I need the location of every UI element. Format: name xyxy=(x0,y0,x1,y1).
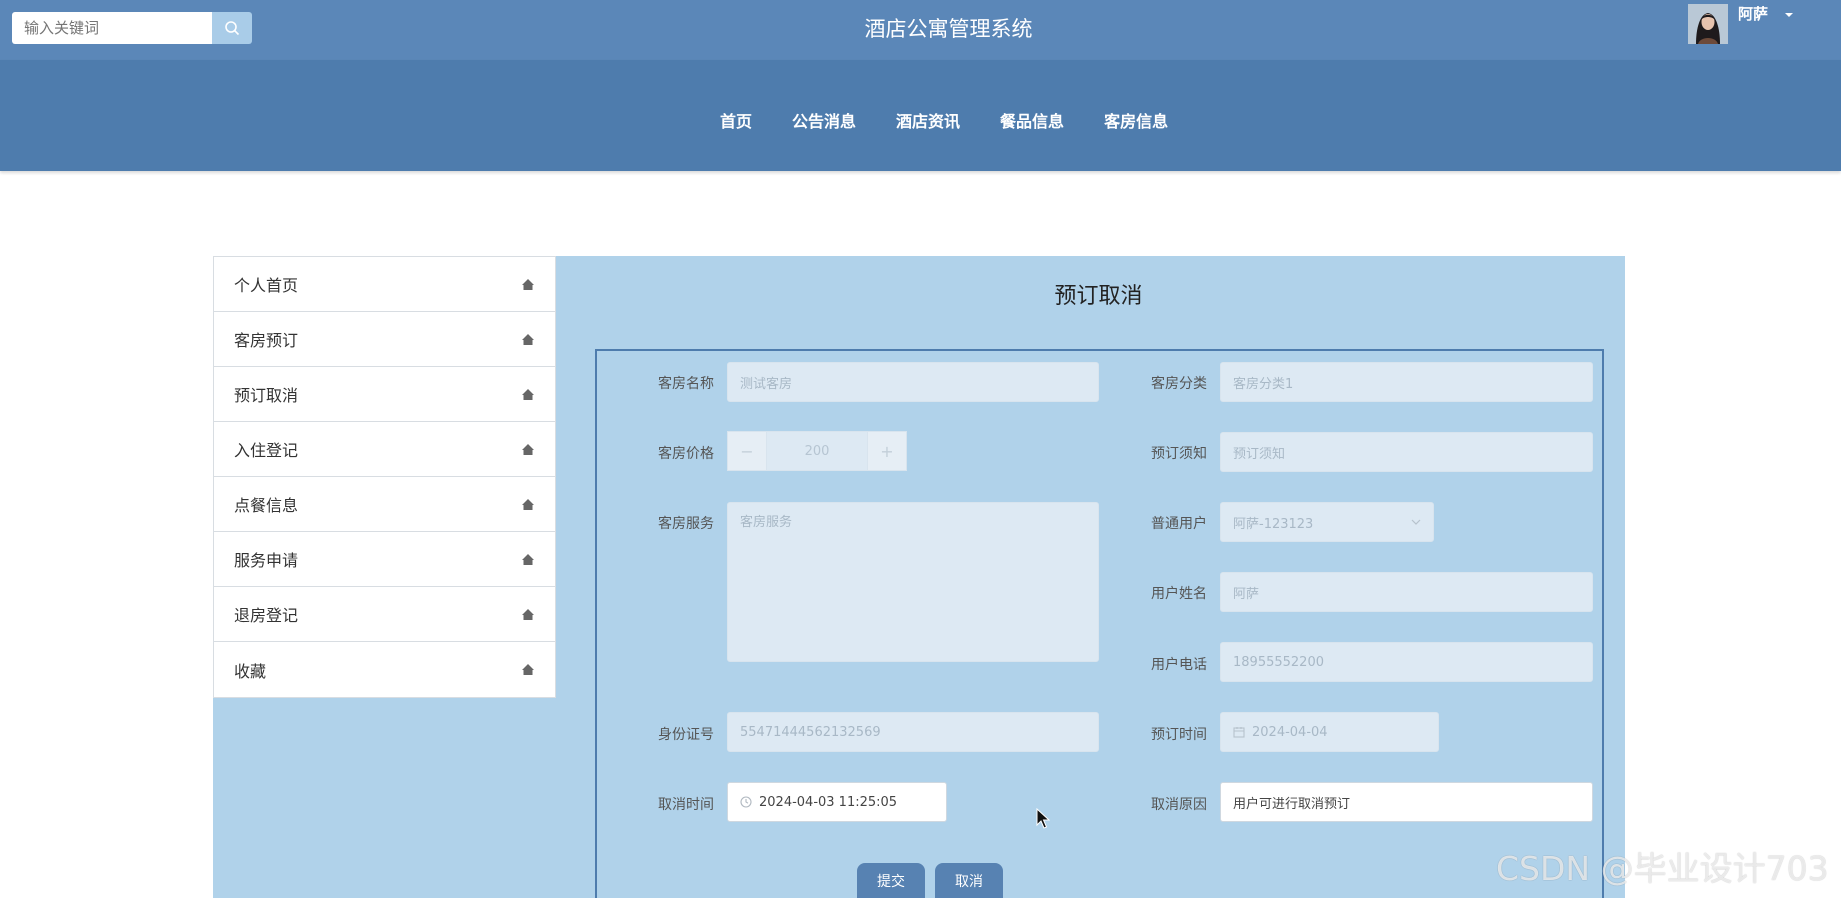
mouse-cursor-icon xyxy=(1036,808,1050,829)
decrement-button[interactable]: − xyxy=(727,431,767,471)
sidebar-item-room-booking[interactable]: 客房预订 xyxy=(214,312,555,367)
regular-user-label: 普通用户 xyxy=(1151,516,1207,532)
increment-button[interactable]: + xyxy=(867,431,907,471)
room-service-label: 客房服务 xyxy=(658,516,714,532)
calendar-icon xyxy=(1233,727,1245,738)
sidebar-item-orders[interactable]: 点餐信息 xyxy=(214,477,555,532)
sidebar-item-booking-cancel[interactable]: 预订取消 xyxy=(214,367,555,422)
cancel-time-value: 2024-04-03 11:25:05 xyxy=(759,794,898,810)
sidebar-item-label: 收藏 xyxy=(234,661,267,681)
clock-icon xyxy=(740,796,752,808)
room-service-textarea[interactable]: 客房服务 xyxy=(727,502,1099,662)
room-name-label: 客房名称 xyxy=(658,376,714,392)
regular-user-select[interactable]: 阿萨-123123 xyxy=(1220,502,1434,542)
top-bar: 酒店公寓管理系统 阿萨 xyxy=(0,0,1841,60)
nav-room-info[interactable]: 客房信息 xyxy=(1104,108,1168,132)
nav-home[interactable]: 首页 xyxy=(720,108,752,132)
watermark: CSDN @毕业设计703 xyxy=(1496,849,1829,888)
cancel-time-picker[interactable]: 2024-04-03 11:25:05 xyxy=(727,782,947,822)
booking-time-label: 预订时间 xyxy=(1151,727,1207,743)
room-category-label: 客房分类 xyxy=(1151,376,1207,392)
site-title: 酒店公寓管理系统 xyxy=(864,17,1033,41)
booking-time-value: 2024-04-04 xyxy=(1252,724,1328,740)
id-number-label: 身份证号 xyxy=(658,727,714,743)
cancel-reason-field[interactable]: 用户可进行取消预订 xyxy=(1220,782,1593,822)
home-icon xyxy=(522,498,534,510)
id-number-field[interactable]: 55471444562132569 xyxy=(727,712,1099,752)
booking-notice-label: 预订须知 xyxy=(1151,446,1207,462)
sidebar-item-check-in[interactable]: 入住登记 xyxy=(214,422,555,477)
sidebar: 个人首页 客房预订 预订取消 入住登记 点餐信息 服务申请 退房登记 收藏 xyxy=(213,256,556,698)
sidebar-item-favorites[interactable]: 收藏 xyxy=(214,642,555,697)
user-phone-field[interactable]: 18955552200 xyxy=(1220,642,1593,682)
chevron-down-icon xyxy=(1411,519,1421,525)
sidebar-item-service-request[interactable]: 服务申请 xyxy=(214,532,555,587)
main-nav: 首页 公告消息 酒店资讯 餐品信息 客房信息 xyxy=(0,60,1841,171)
nav-announcements[interactable]: 公告消息 xyxy=(792,108,856,132)
user-phone-label: 用户电话 xyxy=(1151,657,1207,673)
sidebar-item-label: 入住登记 xyxy=(234,441,299,460)
nav-hotel-news[interactable]: 酒店资讯 xyxy=(896,108,960,132)
sidebar-item-label: 点餐信息 xyxy=(234,496,299,515)
page-title: 预订取消 xyxy=(1054,284,1143,309)
sidebar-item-label: 客房预订 xyxy=(234,331,299,350)
sidebar-item-profile[interactable]: 个人首页 xyxy=(214,257,555,312)
home-icon xyxy=(522,278,534,290)
cancel-time-label: 取消时间 xyxy=(658,797,714,813)
caret-down-icon[interactable] xyxy=(1784,12,1794,18)
room-category-field[interactable]: 客房分类1 xyxy=(1220,362,1593,402)
home-icon xyxy=(522,388,534,400)
home-icon xyxy=(522,443,534,455)
submit-button[interactable]: 提交 xyxy=(857,863,925,898)
sidebar-item-check-out[interactable]: 退房登记 xyxy=(214,587,555,642)
avatar[interactable] xyxy=(1688,4,1728,44)
sidebar-item-label: 预订取消 xyxy=(234,386,299,405)
regular-user-value: 阿萨-123123 xyxy=(1233,516,1314,532)
user-name: 阿萨 xyxy=(1738,4,1769,23)
home-icon xyxy=(522,333,534,345)
booking-notice-field[interactable]: 预订须知 xyxy=(1220,432,1593,472)
room-price-label: 客房价格 xyxy=(658,446,714,462)
booking-time-picker[interactable]: 2024-04-04 xyxy=(1220,712,1439,752)
sidebar-item-label: 个人首页 xyxy=(234,276,299,295)
cancel-reason-label: 取消原因 xyxy=(1151,797,1207,813)
sidebar-item-label: 退房登记 xyxy=(234,606,299,625)
room-name-field[interactable]: 测试客房 xyxy=(727,362,1099,402)
room-price-stepper: − 200 + xyxy=(727,431,907,471)
room-price-value[interactable]: 200 xyxy=(767,431,867,471)
user-menu[interactable]: 阿萨 xyxy=(1688,4,1794,44)
sidebar-item-label: 服务申请 xyxy=(234,551,299,570)
user-name-field[interactable]: 阿萨 xyxy=(1220,572,1593,612)
home-icon xyxy=(522,608,534,620)
cancel-button[interactable]: 取消 xyxy=(935,863,1003,898)
home-icon xyxy=(522,664,534,675)
home-icon xyxy=(522,553,534,565)
nav-food-info[interactable]: 餐品信息 xyxy=(1000,108,1064,132)
user-name-label: 用户姓名 xyxy=(1151,586,1207,602)
